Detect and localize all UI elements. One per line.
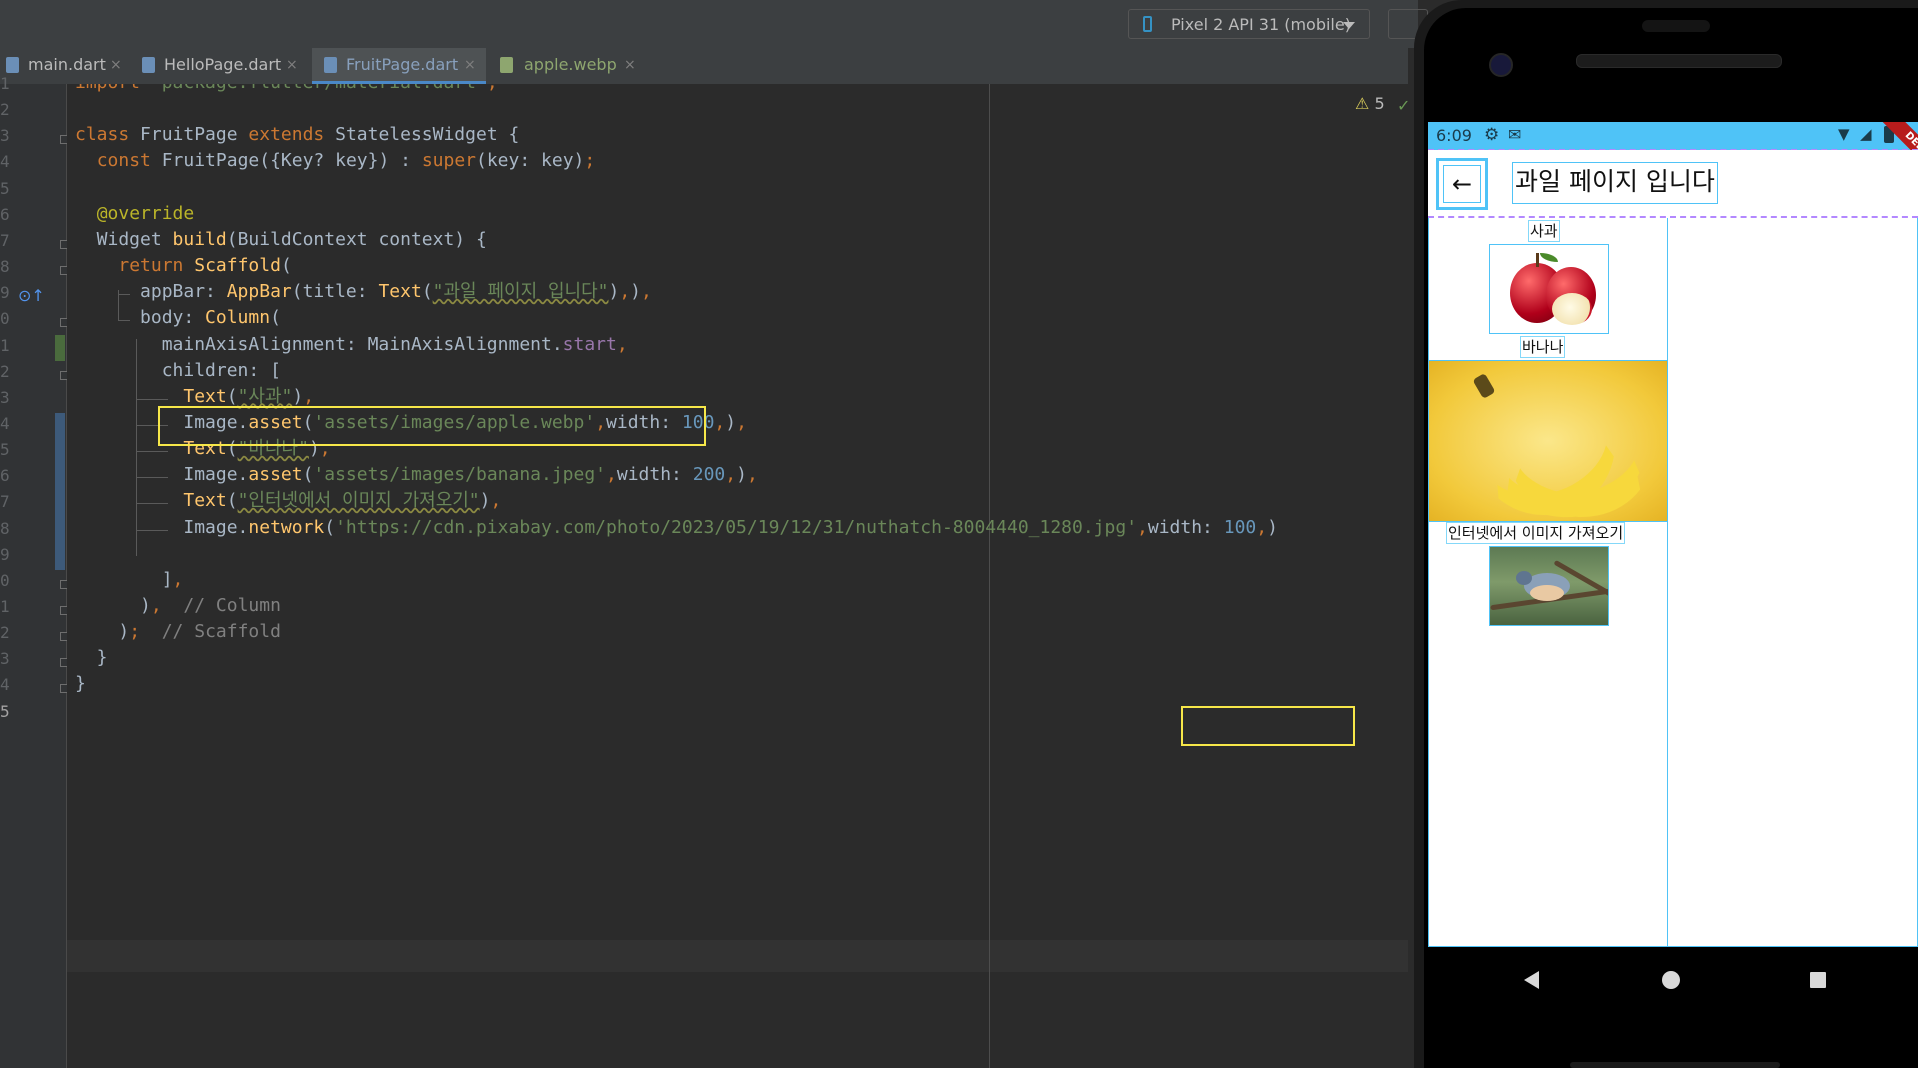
line-number: 1	[0, 335, 10, 355]
line-number: 5	[0, 178, 10, 198]
bird-belly	[1530, 585, 1564, 601]
tab-label: apple.webp	[524, 55, 617, 74]
line-number: 5	[0, 701, 10, 721]
nuthatch-network-image	[1489, 546, 1609, 626]
banana-text: 바나나	[1520, 336, 1566, 358]
banana-image	[1428, 360, 1668, 522]
tab-apple-webp[interactable]: apple.webp ×	[500, 48, 640, 84]
signal-icon: ◢	[1860, 125, 1872, 143]
line-number: 2	[0, 623, 10, 643]
warning-count: 5	[1374, 94, 1385, 113]
highlight-box-main-axis	[158, 406, 706, 446]
apple-leaf	[1540, 253, 1558, 262]
dart-file-icon	[142, 57, 155, 73]
close-icon[interactable]: ×	[286, 48, 298, 82]
tab-hellopage-dart[interactable]: HelloPage.dart ×	[142, 48, 302, 84]
code-editor[interactable]: import 'package:flutter/material.dart'; c…	[67, 84, 1408, 1068]
device-camera	[1489, 53, 1513, 77]
line-number: 0	[0, 309, 10, 329]
line-number: 3	[0, 649, 10, 669]
android-status-bar: 6:09 ⚙ ✉ ▼ ◢	[1428, 122, 1918, 150]
nav-home-icon[interactable]	[1662, 971, 1680, 989]
device-selector-dropdown[interactable]: Pixel 2 API 31 (mobile)	[1128, 9, 1370, 39]
inspection-check-icon[interactable]: ✓	[1397, 96, 1408, 115]
ide-toolbar: Pixel 2 API 31 (mobile)	[0, 0, 1428, 48]
chevron-down-icon	[1343, 22, 1355, 29]
editor-tab-bar: main.dart × HelloPage.dart × FruitPage.d…	[0, 48, 1408, 85]
vcs-change-marker[interactable]	[55, 334, 65, 361]
internet-image-text: 인터넷에서 이미지 가져오기	[1446, 522, 1626, 544]
line-number: 1	[0, 74, 10, 93]
code-line[interactable]: }	[75, 668, 86, 700]
nav-back-icon[interactable]	[1524, 971, 1539, 989]
line-number-gutter[interactable]	[0, 84, 66, 1068]
line-number: 7	[0, 230, 10, 250]
wifi-icon: ▼	[1838, 125, 1850, 143]
phone-icon	[1143, 16, 1152, 32]
device-speaker	[1576, 54, 1782, 68]
code-line[interactable]: const FruitPage({Key? key}) : super(key:…	[75, 145, 596, 177]
warning-indicator[interactable]: ⚠ 5	[1355, 94, 1385, 113]
dart-file-icon	[324, 57, 337, 73]
code-line[interactable]: Image.network('https://cdn.pixabay.com/p…	[75, 512, 1278, 544]
apple-stem	[1536, 253, 1539, 267]
tab-label: HelloPage.dart	[164, 55, 282, 74]
line-number: 8	[0, 257, 10, 277]
current-line-highlight	[67, 940, 1408, 972]
nav-recents-icon[interactable]	[1810, 972, 1826, 988]
line-number: 0	[0, 570, 10, 590]
line-number: 3	[0, 387, 10, 407]
line-number: 9	[0, 544, 10, 564]
image-file-icon	[500, 57, 513, 73]
device-selector-label: Pixel 2 API 31 (mobile)	[1171, 15, 1351, 34]
right-margin-guide	[989, 84, 990, 1068]
apple-text: 사과	[1528, 220, 1560, 242]
line-number: 4	[0, 675, 10, 695]
line-number: 8	[0, 518, 10, 538]
line-number: 2	[0, 100, 10, 120]
close-icon[interactable]: ×	[464, 48, 476, 82]
line-number: 9	[0, 283, 10, 303]
code-line[interactable]: import 'package:flutter/material.dart';	[75, 84, 498, 99]
line-number: 2	[0, 361, 10, 381]
tab-label: FruitPage.dart	[346, 55, 459, 74]
emulator-screen[interactable]: 6:09 ⚙ ✉ ▼ ◢ DEBUG ← 과일 페이지 입니다 사과 바나나 인…	[1428, 122, 1918, 947]
tab-label: main.dart	[28, 55, 106, 74]
back-button[interactable]: ←	[1436, 158, 1488, 210]
line-number: 6	[0, 204, 10, 224]
line-number: 6	[0, 466, 10, 486]
apple-image	[1489, 244, 1609, 334]
close-icon[interactable]: ×	[624, 48, 636, 82]
device-sensor	[1642, 20, 1710, 32]
override-marker-icon[interactable]: ⊙↑	[18, 286, 45, 305]
gear-icon: ⚙	[1484, 125, 1500, 145]
tab-main-dart[interactable]: main.dart ×	[6, 48, 126, 84]
line-number: 4	[0, 413, 10, 433]
line-number: 3	[0, 126, 10, 146]
status-time: 6:09	[1436, 126, 1472, 145]
line-number: 5	[0, 440, 10, 460]
bird-head	[1516, 571, 1532, 585]
tab-fruitpage-dart[interactable]: FruitPage.dart ×	[312, 48, 486, 84]
line-number: 1	[0, 597, 10, 616]
app-bar-title: 과일 페이지 입니다	[1512, 162, 1718, 204]
apple-slice-shape	[1552, 293, 1592, 325]
arrow-back-icon: ←	[1443, 165, 1481, 203]
app-bar: ← 과일 페이지 입니다	[1428, 150, 1918, 218]
device-bottom-edge	[1570, 1062, 1780, 1068]
mail-icon: ✉	[1508, 125, 1522, 144]
dart-file-icon	[6, 57, 19, 73]
highlight-box-width	[1181, 706, 1355, 746]
line-number: 7	[0, 492, 10, 512]
warning-icon: ⚠	[1355, 94, 1370, 113]
android-nav-bar	[1428, 947, 1918, 1068]
line-number: 4	[0, 152, 10, 172]
close-icon[interactable]: ×	[110, 48, 122, 82]
vcs-change-marker[interactable]	[55, 412, 65, 570]
